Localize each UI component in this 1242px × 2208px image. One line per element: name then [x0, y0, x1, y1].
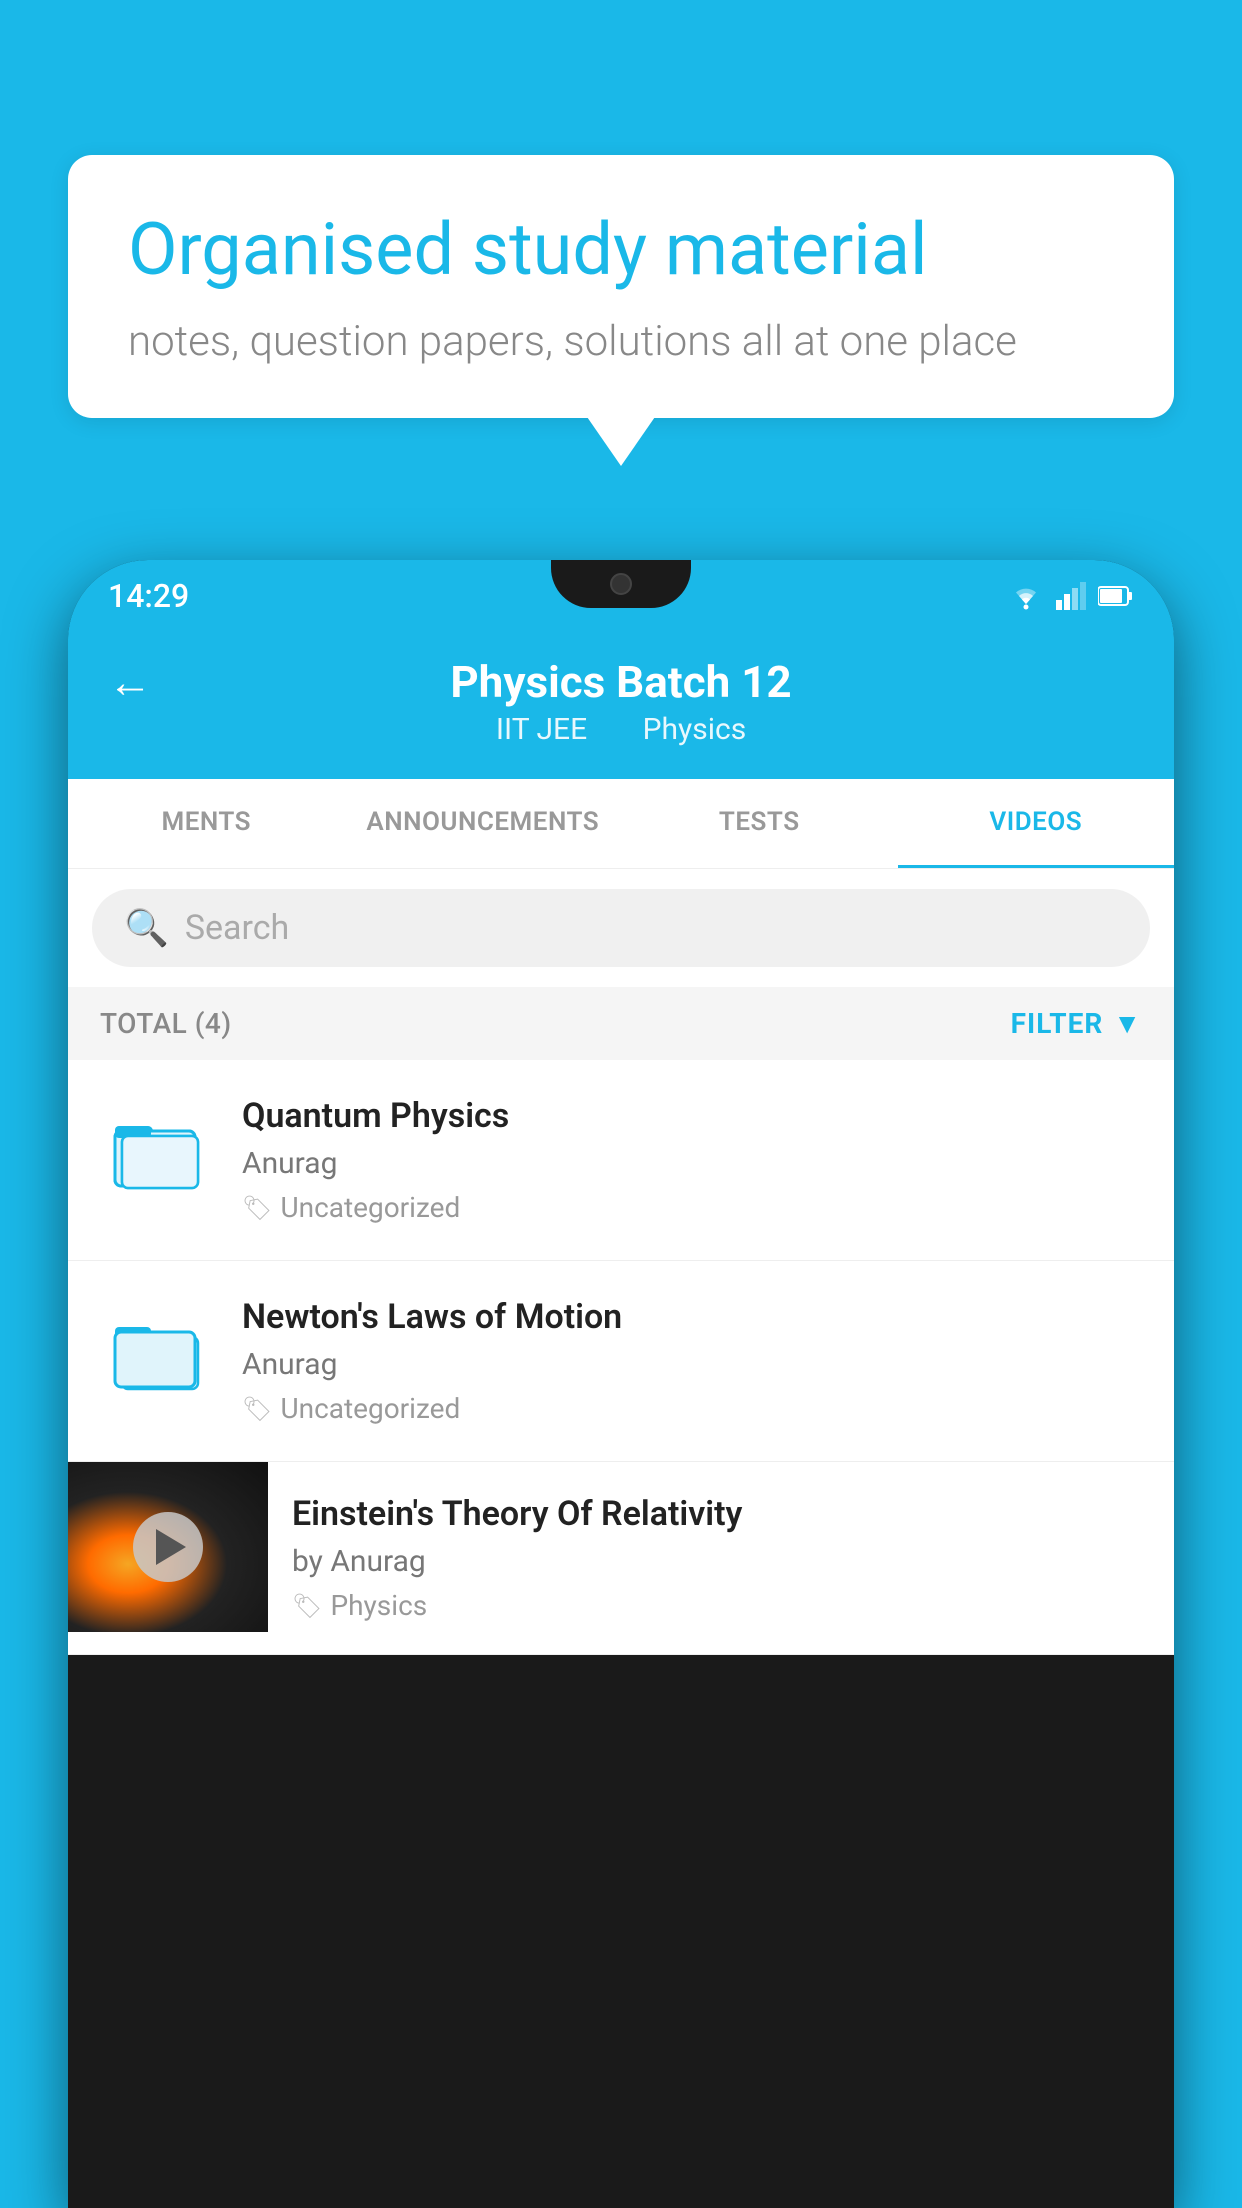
- tag-label-3: Physics: [330, 1589, 427, 1622]
- folder-icon: [110, 1307, 200, 1397]
- video-tag-2: 🏷 Uncategorized: [242, 1392, 1142, 1425]
- video-title-3: Einstein's Theory Of Relativity: [292, 1494, 1150, 1534]
- tab-announcements[interactable]: ANNOUNCEMENTS: [345, 779, 622, 868]
- tabs-bar: MENTS ANNOUNCEMENTS TESTS VIDEOS: [68, 779, 1174, 869]
- list-item[interactable]: Newton's Laws of Motion Anurag 🏷 Uncateg…: [68, 1261, 1174, 1462]
- tag-label-1: Uncategorized: [280, 1191, 460, 1224]
- hero-title: Organised study material: [128, 207, 1114, 293]
- play-button[interactable]: [133, 1512, 203, 1582]
- play-triangle-icon: [156, 1529, 186, 1565]
- list-item[interactable]: Quantum Physics Anurag 🏷 Uncategorized: [68, 1060, 1174, 1261]
- tab-ments[interactable]: MENTS: [68, 779, 345, 868]
- notch: [551, 560, 691, 608]
- tab-videos[interactable]: VIDEOS: [898, 779, 1175, 868]
- folder-icon: [110, 1106, 200, 1196]
- app-bar: ← Physics Batch 12 IIT JEE Physics: [68, 632, 1174, 779]
- speech-bubble: Organised study material notes, question…: [68, 155, 1174, 418]
- app-bar-row: ← Physics Batch 12: [108, 656, 1134, 708]
- video-list: Quantum Physics Anurag 🏷 Uncategorized N…: [68, 1060, 1174, 1655]
- wifi-icon: [1008, 582, 1044, 610]
- video-info-1: Quantum Physics Anurag 🏷 Uncategorized: [242, 1096, 1142, 1224]
- status-bar: 14:29: [68, 560, 1174, 632]
- tag-label-2: Uncategorized: [280, 1392, 460, 1425]
- signal-icon: [1056, 582, 1086, 610]
- status-time: 14:29: [108, 577, 189, 615]
- total-count: TOTAL (4): [100, 1007, 232, 1040]
- filter-row: TOTAL (4) FILTER ▼: [68, 987, 1174, 1060]
- video-author-1: Anurag: [242, 1146, 1142, 1181]
- video-tag-3: 🏷 Physics: [292, 1589, 1150, 1622]
- video-info-3: Einstein's Theory Of Relativity by Anura…: [268, 1462, 1174, 1654]
- tab-tests[interactable]: TESTS: [621, 779, 898, 868]
- video-author-3: by Anurag: [292, 1544, 1150, 1579]
- status-icons: [1008, 582, 1134, 610]
- filter-icon: ▼: [1113, 1007, 1142, 1040]
- filter-label: FILTER: [1011, 1007, 1104, 1040]
- video-title-2: Newton's Laws of Motion: [242, 1297, 1142, 1337]
- back-button[interactable]: ←: [108, 656, 152, 708]
- app-bar-subtitle: IIT JEE Physics: [484, 712, 758, 747]
- video-thumbnail-3: [68, 1462, 268, 1632]
- app-bar-subtitle2: Physics: [643, 712, 747, 747]
- tag-icon: 🏷: [242, 1395, 272, 1423]
- video-author-2: Anurag: [242, 1347, 1142, 1382]
- video-info-2: Newton's Laws of Motion Anurag 🏷 Uncateg…: [242, 1297, 1142, 1425]
- search-bar[interactable]: 🔍 Search: [92, 889, 1150, 967]
- phone-frame: 14:29: [68, 560, 1174, 2208]
- search-icon: 🔍: [124, 907, 169, 949]
- video-title-1: Quantum Physics: [242, 1096, 1142, 1136]
- video-tag-1: 🏷 Uncategorized: [242, 1191, 1142, 1224]
- hero-subtitle: notes, question papers, solutions all at…: [128, 317, 1114, 366]
- tag-icon: 🏷: [292, 1592, 322, 1620]
- list-item[interactable]: Einstein's Theory Of Relativity by Anura…: [68, 1462, 1174, 1655]
- filter-button[interactable]: FILTER ▼: [1011, 1007, 1142, 1040]
- search-container: 🔍 Search: [68, 869, 1174, 987]
- app-bar-title: Physics Batch 12: [450, 656, 791, 708]
- app-bar-subtitle1: IIT JEE: [496, 712, 587, 747]
- tag-icon: 🏷: [242, 1194, 272, 1222]
- camera-dot: [610, 573, 632, 595]
- battery-icon: [1098, 585, 1134, 607]
- search-placeholder: Search: [185, 908, 289, 948]
- video-thumbnail-1: [100, 1096, 210, 1206]
- video-thumbnail-2: [100, 1297, 210, 1407]
- hero-section: Organised study material notes, question…: [68, 155, 1174, 418]
